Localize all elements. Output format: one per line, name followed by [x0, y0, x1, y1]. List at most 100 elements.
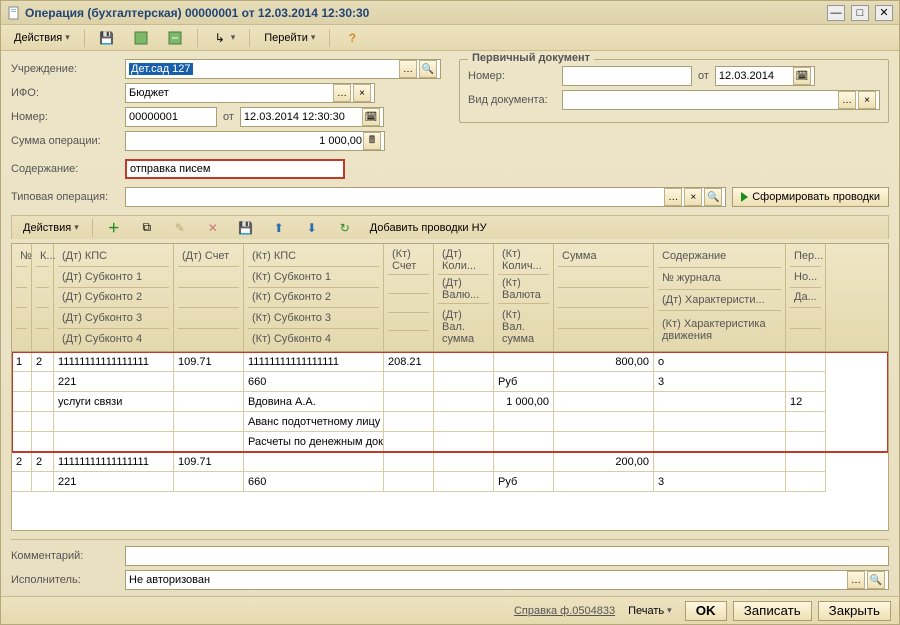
ellipsis-button[interactable]: …: [664, 188, 682, 206]
chevron-down-icon: ▾: [231, 32, 236, 43]
green-square2-icon: [167, 30, 183, 46]
form-entries-button[interactable]: Сформировать проводки: [732, 187, 889, 207]
move-down-button[interactable]: ⬇: [297, 218, 327, 238]
separator: [84, 29, 85, 47]
reload-icon: ↻: [337, 220, 353, 236]
number-input[interactable]: 00000001: [125, 107, 217, 127]
content-input[interactable]: отправка писем: [125, 159, 345, 179]
refresh-square2-button[interactable]: [160, 28, 190, 48]
actions-menu[interactable]: Действия ▾: [7, 28, 77, 48]
institution-label: Учреждение:: [11, 63, 119, 75]
primary-date-value: 12.03.2014: [719, 70, 774, 82]
print-menu[interactable]: Печать ▾: [621, 601, 679, 621]
goto-menu[interactable]: Перейти ▾: [257, 28, 322, 48]
hdr-dt-sub1: (Дт) Субконто 1: [58, 267, 169, 288]
ellipsis-button[interactable]: …: [838, 91, 856, 109]
copy-button[interactable]: ⧉: [132, 218, 162, 238]
calendar-button[interactable]: 🗓: [793, 67, 811, 85]
hdr-dt-char: (Дт) Характеристи...: [658, 290, 781, 312]
left-fields: Учреждение: Дет.сад 127 …🔍 ИФО: Бюджет ……: [11, 59, 441, 155]
primary-number-input[interactable]: [562, 66, 692, 86]
separator: [329, 29, 330, 47]
hdr-per: Пер...: [790, 246, 821, 267]
help-button[interactable]: ?: [337, 28, 367, 48]
primary-date-input[interactable]: 12.03.2014 🗓: [715, 66, 815, 86]
number-value: 00000001: [129, 111, 178, 123]
search-button[interactable]: 🔍: [704, 188, 722, 206]
separator: [249, 29, 250, 47]
form-entries-label: Сформировать проводки: [752, 191, 880, 203]
sum-input[interactable]: 1 000,00 🖩: [125, 131, 385, 151]
ifo-input[interactable]: Бюджет …×: [125, 83, 375, 103]
grid-body[interactable]: 1 2 11111111111111111 109.71 11111111111…: [12, 352, 888, 530]
institution-value: Дет.сад 127: [129, 63, 193, 75]
typical-row: Типовая операция: …×🔍 Сформировать прово…: [11, 187, 889, 207]
hdr-k: К...: [36, 246, 49, 267]
ok-button[interactable]: OK: [685, 601, 727, 621]
refresh-square-button[interactable]: [126, 28, 156, 48]
search-button[interactable]: 🔍: [867, 571, 885, 589]
delete-button[interactable]: ✕: [198, 218, 228, 238]
hdr-journal: № журнала: [658, 268, 781, 290]
entries-actions-label: Действия: [23, 222, 71, 234]
cell-dtsch: 109.71: [174, 352, 244, 372]
save-row-button[interactable]: 💾: [231, 218, 261, 238]
help-icon: ?: [344, 30, 360, 46]
bottom-bar: Справка ф.0504833 Печать ▾ OK Записать З…: [1, 596, 899, 624]
calculator-button[interactable]: 🖩: [363, 132, 381, 150]
top-fields: Учреждение: Дет.сад 127 …🔍 ИФО: Бюджет ……: [11, 59, 889, 155]
cell-ktkps: 11111111111111111: [244, 352, 384, 372]
clear-button[interactable]: ×: [858, 91, 876, 109]
hdr-dt-kol: (Дт) Коли...: [438, 246, 489, 275]
hdr-da: Да...: [790, 288, 821, 309]
maximize-button[interactable]: □: [851, 5, 869, 21]
cell-dtkps: 11111111111111111: [54, 352, 174, 372]
comment-input[interactable]: [125, 546, 889, 566]
typical-input[interactable]: …×🔍: [125, 187, 726, 207]
disk-icon: 💾: [99, 30, 115, 46]
move-up-button[interactable]: ⬆: [264, 218, 294, 238]
calendar-button[interactable]: 🗓: [362, 108, 380, 126]
write-button[interactable]: Записать: [733, 601, 812, 621]
ellipsis-button[interactable]: …: [333, 84, 351, 102]
table-row[interactable]: 1 2 11111111111111111 109.71 11111111111…: [12, 352, 888, 452]
cell-ktsch: 208.21: [384, 352, 434, 372]
ellipsis-button[interactable]: …: [399, 60, 417, 78]
pencil-icon: ✎: [172, 220, 188, 236]
primary-type-input[interactable]: …×: [562, 90, 880, 110]
derive-button[interactable]: ↳▾: [205, 28, 243, 48]
clear-button[interactable]: ×: [353, 84, 371, 102]
ifo-value: Бюджет: [129, 87, 169, 99]
table-row[interactable]: 2 2 11111111111111111 109.71 200,00: [12, 452, 888, 492]
separator: [92, 219, 93, 237]
clear-button[interactable]: ×: [684, 188, 702, 206]
spravka-link[interactable]: Справка ф.0504833: [514, 605, 615, 617]
primary-document-box: Первичный документ Номер: от 12.03.2014 …: [459, 59, 889, 155]
executor-value: Не авторизован: [129, 574, 210, 586]
add-button[interactable]: ＋: [99, 218, 129, 238]
copy-icon: ⧉: [139, 220, 155, 236]
institution-input[interactable]: Дет.сад 127 …🔍: [125, 59, 441, 79]
save-button[interactable]: 💾: [92, 28, 122, 48]
comment-label: Комментарий:: [11, 550, 119, 562]
reload-button[interactable]: ↻: [330, 218, 360, 238]
add-nu-button[interactable]: Добавить проводки НУ: [363, 218, 494, 238]
close-window-button[interactable]: Закрыть: [818, 601, 891, 621]
titlebar: Операция (бухгалтерская) 00000001 от 12.…: [1, 1, 899, 25]
content-label: Содержание:: [11, 163, 119, 175]
entries-actions-menu[interactable]: Действия ▾: [16, 218, 86, 238]
x-icon: ✕: [205, 220, 221, 236]
entries-grid[interactable]: № К... (Дт) КПС (Дт) Субконто 1 (Дт) Суб…: [11, 243, 889, 531]
close-button[interactable]: ✕: [875, 5, 893, 21]
minimize-button[interactable]: —: [827, 5, 845, 21]
edit-button[interactable]: ✎: [165, 218, 195, 238]
executor-input[interactable]: Не авторизован …🔍: [125, 570, 889, 590]
chevron-down-icon: ▾: [74, 222, 79, 233]
cell-n: 1: [12, 352, 32, 372]
date-input[interactable]: 12.03.2014 12:30:30 🗓: [240, 107, 384, 127]
typical-label: Типовая операция:: [11, 191, 119, 203]
ellipsis-button[interactable]: …: [847, 571, 865, 589]
search-button[interactable]: 🔍: [419, 60, 437, 78]
primary-type-label: Вид документа:: [468, 94, 556, 106]
operation-window: Операция (бухгалтерская) 00000001 от 12.…: [0, 0, 900, 625]
